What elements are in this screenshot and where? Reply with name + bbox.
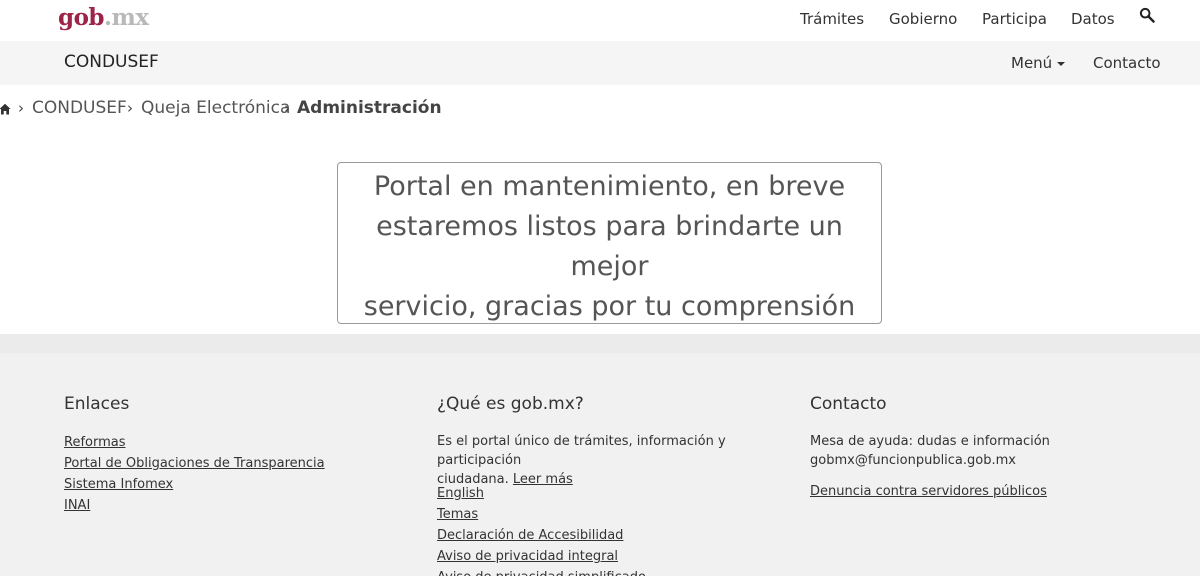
chevron-right-icon: ›	[127, 99, 133, 117]
footer-contacto-text: Mesa de ayuda: dudas e información gobmx…	[810, 432, 1110, 470]
footer-contacto: Contacto Mesa de ayuda: dudas e informac…	[810, 394, 1050, 499]
link-transparencia[interactable]: Portal de Obligaciones de Transparencia	[64, 453, 325, 474]
nav-gobierno[interactable]: Gobierno	[889, 10, 957, 28]
maintenance-message: Portal en mantenimiento, en breve estare…	[337, 162, 882, 324]
footer-enlaces-title: Enlaces	[64, 394, 130, 414]
breadcrumb-current: Administración	[297, 98, 442, 118]
nav-participa[interactable]: Participa	[982, 10, 1047, 28]
link-reformas[interactable]: Reformas	[64, 432, 325, 453]
nav-datos[interactable]: Datos	[1071, 10, 1115, 28]
message-line: servicio, gracias por tu comprensión	[363, 291, 856, 322]
menu-label: Menú	[1011, 54, 1053, 72]
footer-enlaces: Enlaces Reformas Portal de Obligaciones …	[64, 394, 325, 513]
que-es-text-line: Es el portal único de trámites, informac…	[437, 434, 726, 468]
footer-contacto-title: Contacto	[810, 394, 887, 414]
link-inai[interactable]: INAI	[64, 495, 325, 516]
footer-que-es: ¿Qué es gob.mx? Es el portal único de tr…	[437, 394, 726, 576]
search-icon[interactable]	[1139, 7, 1155, 23]
link-privacidad-integral[interactable]: Aviso de privacidad integral	[437, 546, 646, 567]
link-infomex[interactable]: Sistema Infomex	[64, 474, 325, 495]
site-name[interactable]: CONDUSEF	[64, 52, 159, 72]
footer-que-es-title: ¿Qué es gob.mx?	[437, 394, 584, 414]
message-line: Portal en mantenimiento, en breve	[373, 171, 846, 202]
link-english[interactable]: English	[437, 483, 646, 504]
footer: Enlaces Reformas Portal de Obligaciones …	[0, 334, 1200, 576]
nav-tramites[interactable]: Trámites	[800, 10, 864, 28]
chevron-right-icon: ›	[284, 99, 290, 117]
chevron-right-icon: ›	[18, 99, 24, 117]
caret-down-icon	[1057, 61, 1066, 66]
footer-top-stripe	[0, 334, 1200, 353]
top-nav: Trámites Gobierno Participa Datos	[0, 10, 1200, 32]
maintenance-text: Portal en mantenimiento, en breve estare…	[338, 167, 881, 327]
message-line: estaremos listos para brindarte un mejor	[376, 211, 843, 282]
link-denuncia[interactable]: Denuncia contra servidores públicos	[810, 481, 1047, 502]
link-temas[interactable]: Temas	[437, 504, 646, 525]
link-accesibilidad[interactable]: Declaración de Accesibilidad	[437, 525, 646, 546]
site-bar: CONDUSEF Menú Contacto	[0, 41, 1200, 85]
footer-enlaces-links: Reformas Portal de Obligaciones de Trans…	[64, 432, 325, 516]
contacto-email: gobmx@funcionpublica.gob.mx	[810, 453, 1016, 468]
breadcrumb-queja[interactable]: Queja Electrónica	[141, 98, 290, 118]
contacto-line: Mesa de ayuda: dudas e información	[810, 434, 1050, 449]
home-icon[interactable]	[0, 103, 11, 115]
footer-contacto-links: Denuncia contra servidores públicos	[810, 481, 1047, 502]
breadcrumb-condusef[interactable]: CONDUSEF	[32, 98, 127, 118]
footer-que-es-text: Es el portal único de trámites, informac…	[437, 432, 797, 489]
menu-dropdown[interactable]: Menú	[1011, 54, 1066, 72]
footer-que-es-links: English Temas Declaración de Accesibilid…	[437, 483, 646, 576]
top-bar: gob.mx Trámites Gobierno Participa Datos	[0, 0, 1200, 41]
link-privacidad-simplificado[interactable]: Aviso de privacidad simplificado	[437, 567, 646, 576]
contact-link[interactable]: Contacto	[1093, 54, 1161, 72]
